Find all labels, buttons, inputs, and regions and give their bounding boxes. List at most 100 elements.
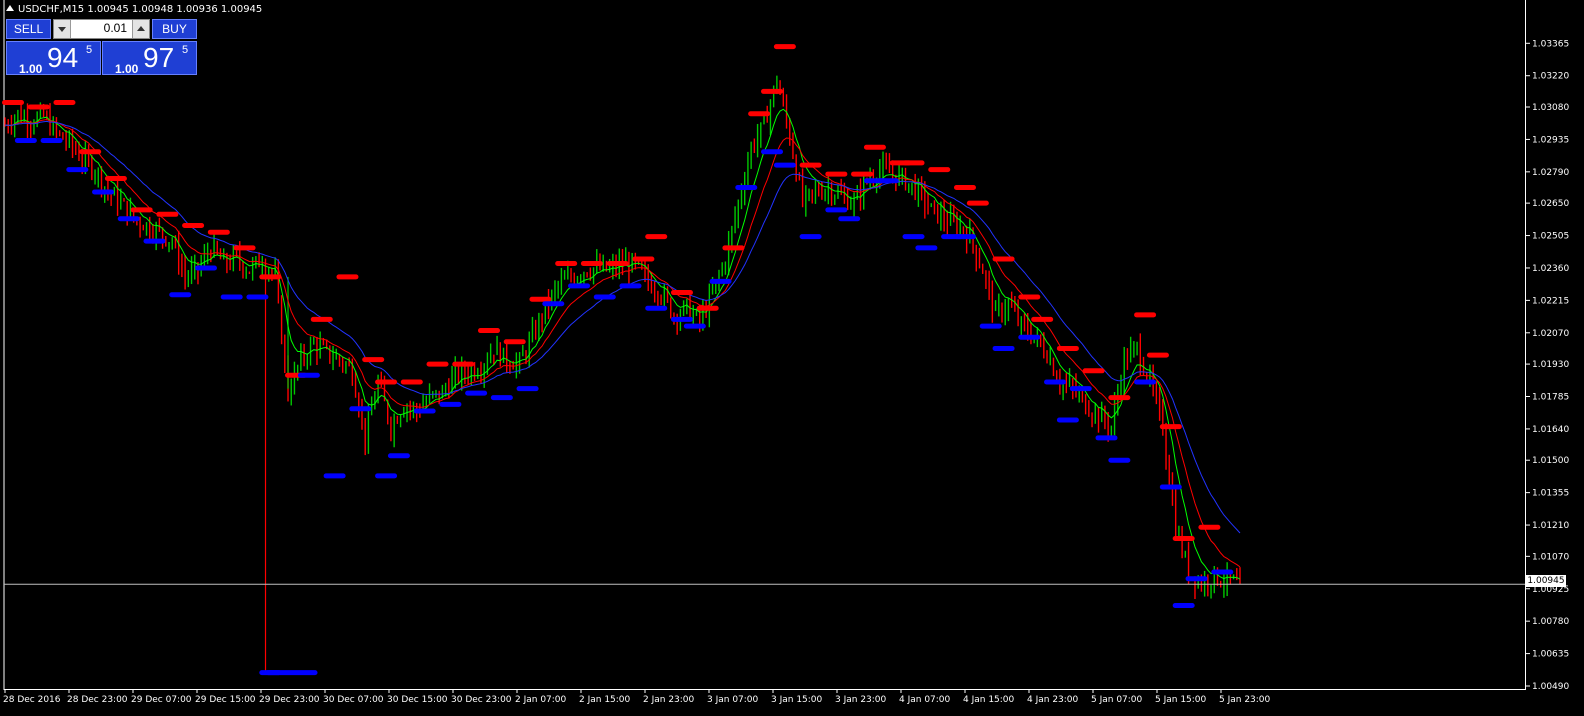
fractal-up-marker xyxy=(992,256,1015,262)
time-tick-label: 3 Jan 23:00 xyxy=(835,695,887,705)
fractal-up-marker xyxy=(1172,535,1195,541)
fractal-up-marker xyxy=(2,100,24,106)
time-tick-label: 2 Jan 07:00 xyxy=(515,695,567,705)
fractal-up-marker xyxy=(773,44,796,50)
lot-increase-arrow-icon[interactable] xyxy=(132,20,149,38)
time-tick-label: 5 Jan 15:00 xyxy=(1155,695,1207,705)
fractal-down-marker xyxy=(1159,484,1182,490)
fractal-down-marker xyxy=(1095,435,1118,441)
time-tick-label: 2 Jan 15:00 xyxy=(579,695,631,705)
fractal-down-marker xyxy=(220,294,243,300)
fractal-down-marker xyxy=(1069,386,1092,392)
one-click-trading-panel: SELL 0.01 BUY 1.00 94 5 1.00 97 5 xyxy=(6,19,197,76)
price-tick-label: 1.00780 xyxy=(1532,617,1569,627)
price-tick-label: 1.02790 xyxy=(1532,168,1569,178)
fractal-up-marker xyxy=(953,184,976,190)
price-tick-label: 1.02505 xyxy=(1532,232,1569,242)
fractal-up-marker xyxy=(104,176,127,182)
fractal-down-marker xyxy=(568,283,591,289)
fractal-up-marker xyxy=(799,162,822,168)
fractal-down-marker xyxy=(1134,379,1157,385)
fractal-up-marker xyxy=(863,144,886,150)
price-axis: 1.03365 1.03220 1.03080 1.02935 1.02790 1.026… xyxy=(1525,39,1569,692)
fractal-up-marker xyxy=(1134,312,1157,318)
fractal-up-marker xyxy=(156,211,179,217)
fractal-down-marker xyxy=(1185,576,1208,582)
time-tick-label: 5 Jan 07:00 xyxy=(1091,695,1143,705)
buy-price-quote[interactable]: 1.00 97 5 xyxy=(102,41,197,76)
fractal-down-marker xyxy=(1044,379,1067,385)
fractal-up-marker xyxy=(1082,368,1105,374)
fractal-up-marker xyxy=(477,328,500,334)
fractal-down-marker xyxy=(490,395,513,401)
time-tick-label: 4 Jan 07:00 xyxy=(899,695,951,705)
time-tick-label: 29 Dec 23:00 xyxy=(259,695,320,705)
fractal-up-marker xyxy=(336,274,359,280)
fractal-down-marker xyxy=(838,216,861,222)
fractal-up-marker xyxy=(722,245,745,251)
fractal-down-marker xyxy=(670,316,693,322)
fractal-down-marker xyxy=(799,234,822,240)
time-tick-label: 30 Dec 07:00 xyxy=(323,695,384,705)
fractal-up-marker xyxy=(966,200,989,206)
fractal-up-marker xyxy=(696,305,719,311)
fractal-up-marker xyxy=(375,379,398,385)
buy-price-big: 1.00 xyxy=(115,62,139,76)
fractal-up-marker xyxy=(1108,395,1131,401)
fractal-down-marker xyxy=(117,216,140,222)
fractal-up-marker xyxy=(928,167,951,173)
fractal-down-marker xyxy=(413,408,436,414)
chart-title: USDCHF,M15 1.00945 1.00948 1.00936 1.009… xyxy=(6,4,262,15)
price-tick-label: 1.02935 xyxy=(1532,135,1569,145)
fractal-up-marker xyxy=(1031,316,1054,322)
price-tick-label: 1.01070 xyxy=(1532,552,1569,562)
lot-size-input[interactable]: 0.01 xyxy=(53,19,150,39)
fractal-down-marker xyxy=(375,473,398,479)
fractal-down-marker xyxy=(683,323,706,329)
fractal-down-marker xyxy=(735,184,758,190)
collapse-triangle-icon[interactable] xyxy=(6,5,14,11)
price-tick-label: 1.02070 xyxy=(1532,329,1569,339)
fractal-up-marker xyxy=(529,296,552,302)
fractal-down-marker xyxy=(709,278,732,284)
sell-button[interactable]: SELL xyxy=(6,19,51,39)
sell-price-main: 94 xyxy=(47,42,79,73)
sell-price-pipette: 5 xyxy=(86,44,93,56)
fractal-up-marker xyxy=(503,339,526,345)
chart-window[interactable]: 1.03365 1.03220 1.03080 1.02935 1.02790 1.026… xyxy=(0,0,1584,716)
fractal-up-marker xyxy=(1018,294,1041,300)
fractal-down-marker xyxy=(349,406,372,412)
chart-title-text: USDCHF,M15 1.00945 1.00948 1.00936 1.009… xyxy=(18,4,263,15)
fractal-up-marker xyxy=(1056,345,1079,351)
fractal-down-marker xyxy=(1108,457,1131,463)
price-tick-label: 1.03080 xyxy=(1532,103,1569,113)
sell-price-quote[interactable]: 1.00 94 5 xyxy=(6,41,101,76)
fractal-down-marker xyxy=(387,453,410,459)
fractal-up-marker xyxy=(1159,424,1182,430)
price-chart[interactable]: 1.03365 1.03220 1.03080 1.02935 1.02790 1.026… xyxy=(0,0,1584,716)
price-tick-label: 1.00490 xyxy=(1532,682,1569,692)
fractal-down-marker xyxy=(542,301,565,307)
fractal-down-marker xyxy=(265,670,318,676)
time-tick-label: 5 Jan 23:00 xyxy=(1219,695,1271,705)
fractal-down-marker xyxy=(1018,334,1041,340)
fractal-down-marker xyxy=(1211,569,1234,575)
fractal-up-marker xyxy=(452,361,475,367)
price-tick-label: 1.01355 xyxy=(1532,489,1569,499)
fractal-down-marker xyxy=(194,265,217,271)
fractal-down-marker xyxy=(92,189,115,195)
fractal-up-marker xyxy=(606,260,629,266)
fractal-up-marker xyxy=(207,229,230,235)
price-tick-label: 1.02650 xyxy=(1532,199,1569,209)
fractal-up-marker xyxy=(130,207,153,213)
fractal-up-marker xyxy=(670,290,693,296)
time-tick-label: 4 Jan 15:00 xyxy=(963,695,1015,705)
price-tick-label: 1.01785 xyxy=(1532,393,1569,403)
fractal-down-marker xyxy=(169,292,192,298)
buy-button[interactable]: BUY xyxy=(152,19,197,39)
lot-size-value[interactable]: 0.01 xyxy=(72,21,131,35)
fractal-up-marker xyxy=(555,260,578,266)
lot-decrease-arrow-icon[interactable] xyxy=(54,20,71,38)
fractal-up-marker xyxy=(233,245,256,251)
fractal-down-marker xyxy=(876,178,899,184)
